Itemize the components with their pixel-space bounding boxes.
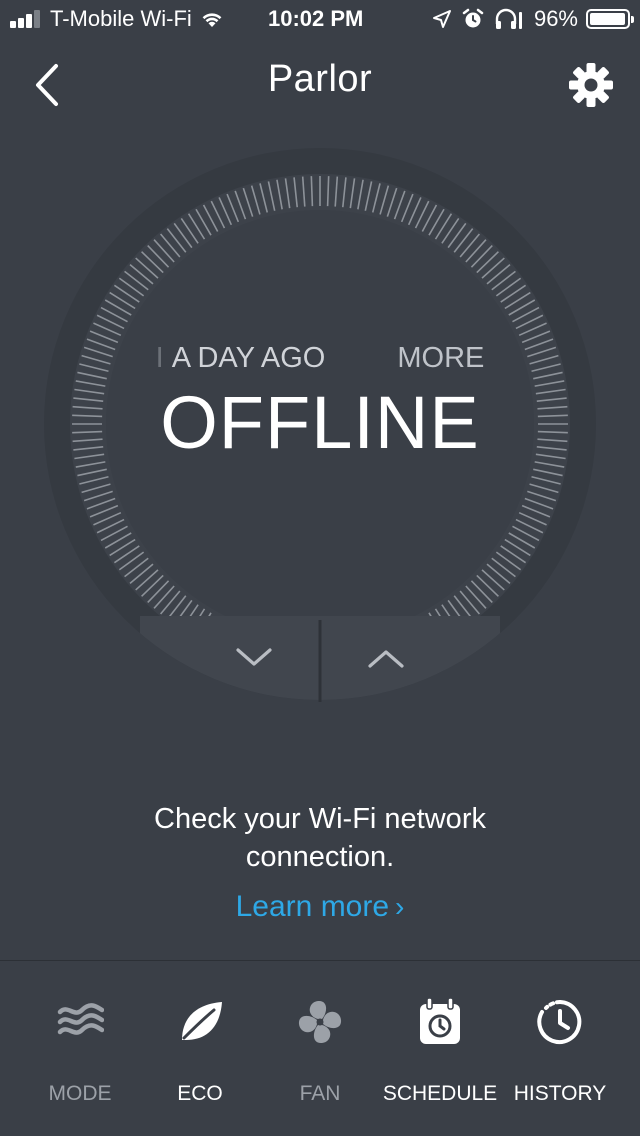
temp-down-button[interactable] <box>190 614 318 694</box>
gear-icon <box>569 63 613 107</box>
tab-fan[interactable]: FAN <box>256 962 384 1136</box>
dial-carousel[interactable]: I A DAY AGO MORE <box>40 342 600 382</box>
history-clock-icon <box>537 1000 582 1044</box>
nav-bar: Parlor <box>0 40 640 126</box>
schedule-calendar-icon <box>420 998 460 1044</box>
mode-waves-icon <box>57 1003 104 1035</box>
battery-icon <box>586 9 634 29</box>
chevron-right-icon: › <box>395 891 405 922</box>
offline-message-line2: connection. <box>245 841 395 873</box>
dial-status: OFFLINE <box>160 381 480 464</box>
tab-eco-label: ECO <box>177 1082 223 1105</box>
status-time: 10:02 PM <box>268 6 364 31</box>
thermostat-dial: I A DAY AGO MORE OFFLINE <box>40 144 600 704</box>
eco-leaf-icon <box>182 1002 222 1040</box>
location-arrow-icon <box>432 9 452 29</box>
toolbar-divider <box>0 960 640 961</box>
tab-history-label: HISTORY <box>513 1082 607 1105</box>
tab-history[interactable]: HISTORY <box>496 962 624 1136</box>
signal-bars-icon <box>10 10 42 28</box>
offline-message: Check your Wi-Fi network connection. <box>0 800 640 876</box>
tab-eco[interactable]: ECO <box>136 962 264 1136</box>
tab-mode[interactable]: MODE <box>16 962 144 1136</box>
tab-mode-label: MODE <box>48 1082 112 1105</box>
wifi-icon <box>200 10 224 28</box>
tab-fan-label: FAN <box>299 1082 341 1105</box>
tab-schedule[interactable]: SCHEDULE <box>376 962 504 1136</box>
carousel-edge-left: I <box>155 342 164 374</box>
carousel-item-right[interactable]: MORE <box>397 342 484 382</box>
learn-more-label: Learn more <box>235 890 390 923</box>
alarm-icon <box>462 8 484 30</box>
battery-percent: 96% <box>533 6 578 31</box>
carrier-name: T-Mobile Wi-Fi <box>50 6 192 31</box>
status-left: T-Mobile Wi-Fi <box>10 6 224 32</box>
battery-fill <box>590 13 625 25</box>
fan-icon <box>298 1000 342 1044</box>
dial-tick <box>310 176 314 207</box>
temp-up-button[interactable] <box>322 614 450 694</box>
status-bar: T-Mobile Wi-Fi 10:02 PM 96% <box>0 0 640 40</box>
dial-tick <box>326 176 330 207</box>
chevron-down-icon <box>236 648 272 666</box>
page-title: Parlor <box>267 58 373 100</box>
chevron-up-icon <box>368 650 404 668</box>
carousel-item-left[interactable]: A DAY AGO <box>172 342 326 382</box>
tab-schedule-label: SCHEDULE <box>382 1082 498 1105</box>
bottom-toolbar: MODE ECO FAN SCHEDULE HISTORY <box>0 962 640 1136</box>
headphones-icon <box>494 8 524 30</box>
offline-message-line1: Check your Wi-Fi network <box>154 803 486 835</box>
settings-button[interactable] <box>568 62 614 108</box>
learn-more-link[interactable]: Learn more › <box>0 890 640 924</box>
status-right: 96% <box>432 6 634 32</box>
